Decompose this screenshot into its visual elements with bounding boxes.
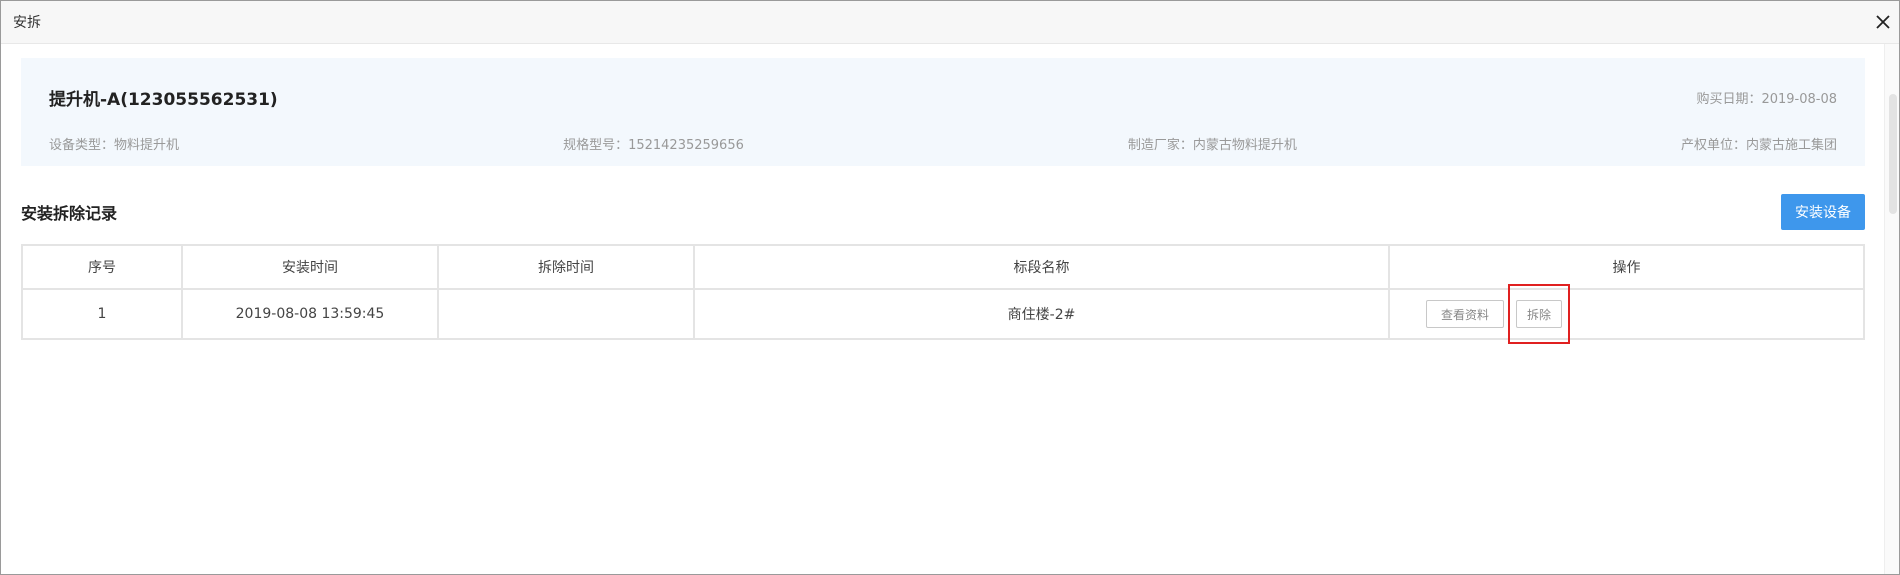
records-header: 安装拆除记录 安装设备 — [21, 194, 1865, 230]
device-info-row: 设备类型：物料提升机 规格型号：15214235259656 制造厂家：内蒙古物… — [49, 134, 1837, 153]
remove-button-wrapper: 拆除 — [1508, 284, 1571, 344]
close-icon[interactable] — [1871, 10, 1895, 34]
column-header-install-time: 安装时间 — [181, 244, 439, 290]
column-header-remove-time: 拆除时间 — [437, 244, 695, 290]
cell-remove-time — [437, 288, 695, 340]
scrollbar[interactable] — [1884, 44, 1899, 574]
dialog-content: 提升机-A(123055562531) 购买日期：2019-08-08 设备类型… — [1, 44, 1899, 344]
table-header-row: 序号 安装时间 拆除时间 标段名称 操作 — [21, 244, 1865, 290]
dialog-title: 安拆 — [13, 15, 41, 31]
highlight-box — [1508, 284, 1571, 344]
device-name: 提升机-A(123055562531) — [49, 90, 278, 110]
install-device-button[interactable]: 安装设备 — [1781, 194, 1865, 230]
cell-index: 1 — [21, 288, 183, 340]
column-header-index: 序号 — [21, 244, 183, 290]
device-model: 规格型号：15214235259656 — [563, 138, 744, 153]
purchase-date: 购买日期：2019-08-08 — [1696, 92, 1837, 107]
records-title: 安装拆除记录 — [21, 204, 118, 223]
device-owner: 产权单位：内蒙古施工集团 — [1680, 138, 1837, 153]
scrollbar-thumb[interactable] — [1889, 94, 1897, 214]
cell-install-time: 2019-08-08 13:59:45 — [181, 288, 439, 340]
table-row: 1 2019-08-08 13:59:45 商住楼-2# 查看资料 拆除 — [21, 284, 1865, 344]
install-remove-dialog: 安拆 提升机-A(123055562531) 购买日期：2019-08-08 设… — [0, 0, 1900, 575]
cell-actions: 查看资料 拆除 — [1388, 284, 1865, 344]
row-actions: 查看资料 拆除 — [1426, 284, 1571, 344]
dialog-titlebar: 安拆 — [1, 1, 1899, 44]
cell-section-name: 商住楼-2# — [693, 288, 1390, 340]
close-icon-glyph — [1876, 15, 1890, 29]
column-header-actions: 操作 — [1388, 244, 1865, 290]
view-documents-button[interactable]: 查看资料 — [1426, 300, 1505, 328]
records-table: 序号 安装时间 拆除时间 标段名称 操作 1 2019-08-08 13:59:… — [21, 244, 1865, 344]
device-type: 设备类型：物料提升机 — [49, 138, 180, 153]
device-info-card: 提升机-A(123055562531) 购买日期：2019-08-08 设备类型… — [21, 58, 1865, 166]
column-header-section-name: 标段名称 — [693, 244, 1390, 290]
device-manufacturer: 制造厂家：内蒙古物料提升机 — [1127, 138, 1297, 153]
